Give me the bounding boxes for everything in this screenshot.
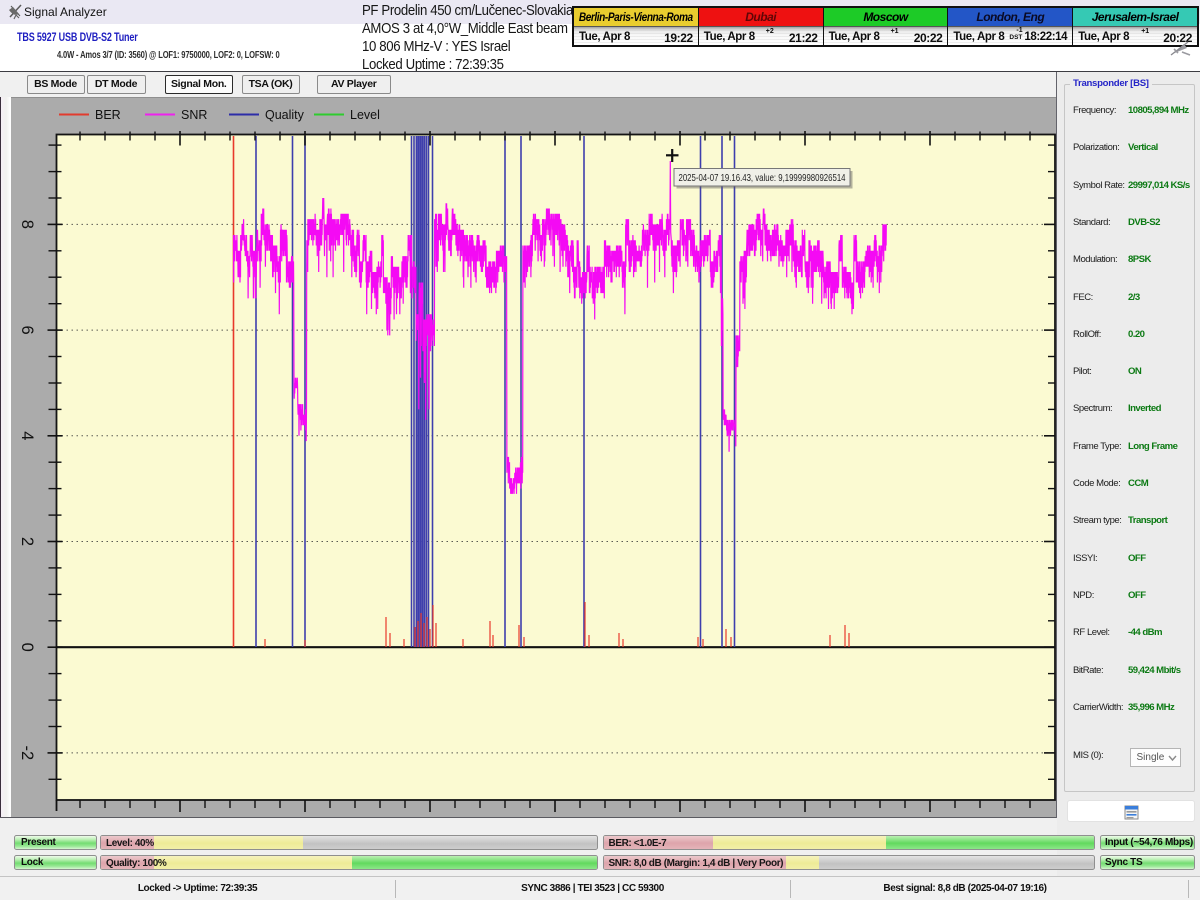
svg-text:8: 8 [18, 220, 36, 229]
svg-text:-2: -2 [18, 746, 36, 761]
svg-text:4: 4 [18, 431, 36, 440]
svg-text:Quality: Quality [265, 108, 305, 122]
svg-text:SNR: SNR [181, 108, 207, 122]
svg-text:BER: BER [95, 108, 121, 122]
svg-text:Level: Level [350, 108, 380, 122]
svg-text:2025-04-07 19.16.43, value: 9,: 2025-04-07 19.16.43, value: 9,1999998092… [679, 173, 846, 184]
svg-text:0: 0 [18, 643, 36, 652]
svg-text:2: 2 [18, 537, 36, 546]
svg-text:6: 6 [18, 326, 36, 335]
